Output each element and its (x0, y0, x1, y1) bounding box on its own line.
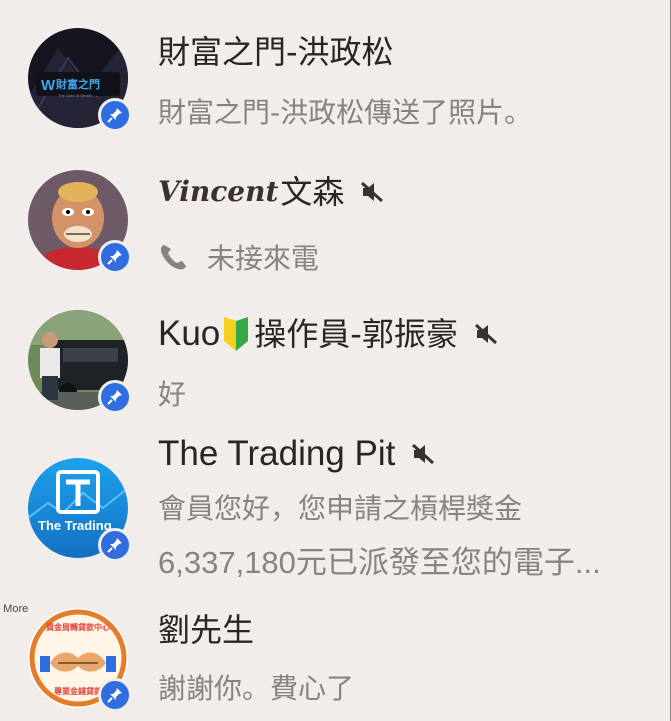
pin-icon (107, 688, 122, 703)
chat-preview-line-1: 會員您好，您申請之槓桿獎金 (158, 492, 523, 525)
pin-badge (98, 240, 132, 274)
chat-name: Kuo 操作員-郭振豪 (158, 314, 500, 354)
svg-text:W: W (41, 77, 56, 94)
phone-icon (158, 242, 190, 284)
shield-beginner-icon (222, 317, 250, 351)
pin-badge (98, 678, 132, 712)
pin-badge (98, 380, 132, 414)
chat-list-screen: n More W 財富之門 The Gate of Wealth (0, 0, 671, 721)
avatar-logo-text: 財富之門 (55, 77, 100, 91)
chat-preview: 好 (158, 378, 187, 411)
chat-name-text: 操作員-郭振豪 (254, 315, 458, 353)
pin-icon (107, 108, 122, 123)
chat-name: 劉先生 (158, 610, 254, 650)
avatar-seal-text-bottom: 專業金錢貸款 (54, 686, 103, 696)
chat-row-kuo[interactable]: Kuo 操作員-郭振豪 好 (0, 290, 668, 428)
mute-icon (474, 322, 500, 346)
chat-name: 財富之門-洪政松 (158, 32, 394, 72)
avatar-logo-text: The Trading (38, 518, 112, 533)
chat-name-text: 劉先生 (158, 611, 255, 649)
pin-badge (98, 98, 132, 132)
chat-preview-line-2: 6,337,180元已派發至您的電子... (158, 545, 601, 580)
pin-badge (98, 528, 132, 562)
pin-icon (107, 390, 122, 405)
avatar-wrap[interactable]: The Trading (28, 458, 132, 562)
chat-preview-text: 未接來電 (206, 242, 319, 275)
chat-name-text: 文森 (280, 173, 345, 211)
chat-preview: 財富之門-洪政松傳送了照片。 (158, 96, 533, 129)
avatar-wrap[interactable]: 資金周轉貸款中心 專業金錢貸款 (28, 608, 132, 712)
chat-row-trading-pit[interactable]: The Trading The Trading Pit 會員您好，您申請之槓桿獎… (0, 428, 668, 592)
chat-name-text: The Trading Pit (158, 434, 396, 473)
avatar-wrap[interactable]: W 財富之門 The Gate of Wealth (28, 28, 132, 132)
chat-name: Vincent 文森 (158, 172, 386, 212)
chat-preview: 謝謝你。費心了 (158, 672, 355, 705)
chat-row-liu[interactable]: 資金周轉貸款中心 專業金錢貸款 劉先生 謝謝你。費心了 (0, 592, 668, 721)
mute-icon (411, 442, 437, 466)
mute-icon (360, 180, 386, 204)
avatar-seal-text-top: 資金周轉貸款中心 (46, 622, 110, 632)
chat-name-text: 財富之門-洪政松 (158, 33, 394, 71)
pin-icon (107, 538, 122, 553)
avatar-wrap[interactable] (28, 310, 132, 414)
avatar-wrap[interactable] (28, 170, 132, 274)
chat-name-script: Vincent (158, 175, 279, 208)
chat-name: The Trading Pit (158, 434, 437, 474)
chat-preview: 未接來電 (158, 238, 319, 284)
pin-icon (107, 250, 122, 265)
chat-row-vincent[interactable]: Vincent 文森 未接來電 (0, 150, 668, 290)
chat-name-prefix: Kuo (158, 314, 221, 353)
svg-text:The Gate of Wealth: The Gate of Wealth (58, 93, 93, 98)
chat-row-wealth-gate[interactable]: W 財富之門 The Gate of Wealth 財富之門-洪政松 財富之門-… (0, 0, 668, 150)
